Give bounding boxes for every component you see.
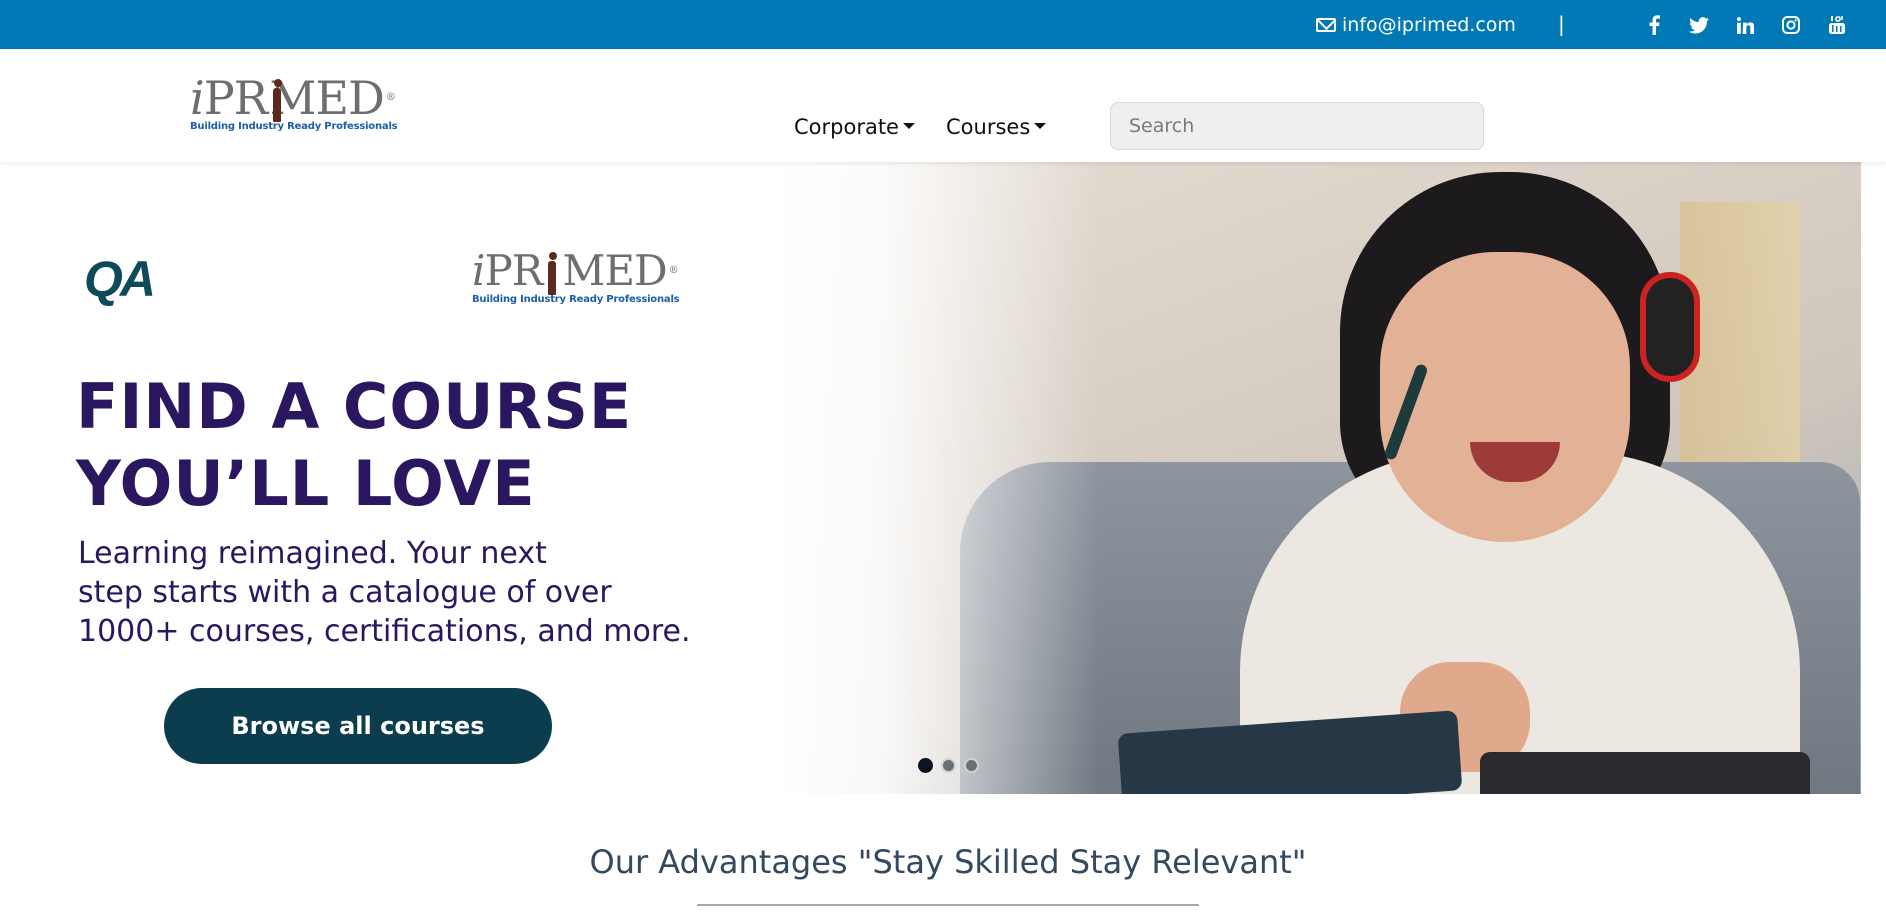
- twitter-icon[interactable]: [1688, 14, 1710, 36]
- linkedin-icon[interactable]: [1734, 14, 1756, 36]
- top-bar: info@iprimed.com |: [0, 0, 1886, 49]
- advantages-heading: Our Advantages "Stay Skilled Stay Releva…: [589, 843, 1307, 881]
- hero-subtext-line-1: Learning reimagined. Your next: [78, 536, 547, 571]
- hero-logo-wordmark: i PR MED ®: [472, 242, 702, 296]
- hero-headline-line-1: FIND A COURSE: [76, 370, 633, 443]
- email-address: info@iprimed.com: [1342, 14, 1516, 36]
- hero-headline-line-2: YOU’LL LOVE: [76, 447, 536, 520]
- youtube-icon[interactable]: [1826, 14, 1848, 36]
- search-input[interactable]: [1110, 102, 1484, 150]
- iprimed-hero-logo: i PR MED ® Building Industry Ready Profe…: [472, 242, 702, 322]
- carousel-indicators: [918, 758, 979, 773]
- nav-courses-label: Courses: [946, 115, 1031, 139]
- hero-headline: FIND A COURSE YOU’LL LOVE: [76, 368, 632, 522]
- hero-logo-tagline: Building Industry Ready Professionals: [472, 294, 680, 305]
- nav-courses-dropdown[interactable]: Courses: [946, 115, 1047, 139]
- logo-wordmark-med: MED: [269, 71, 385, 125]
- topbar-separator: |: [1558, 12, 1565, 36]
- facebook-icon[interactable]: [1643, 14, 1665, 36]
- qa-partner-logo: QA: [84, 251, 156, 307]
- hero-subtext: Learning reimagined. Your next step star…: [78, 534, 691, 651]
- advantages-divider: [697, 904, 1199, 906]
- instagram-icon[interactable]: [1780, 14, 1802, 36]
- logo-wordmark: i PR MED ®: [190, 69, 396, 125]
- hero-logo-wordmark-i: i: [472, 246, 485, 295]
- hero-logo-wordmark-pr: PR: [484, 246, 543, 295]
- browse-all-courses-button[interactable]: Browse all courses: [164, 688, 552, 764]
- hero-logo-wordmark-med: MED: [562, 246, 667, 295]
- nav-corporate-dropdown[interactable]: Corporate: [794, 115, 915, 139]
- logo-wordmark-i: i: [190, 71, 205, 125]
- hero-carousel: QA i PR MED ® Building Industry Ready Pr…: [0, 162, 1861, 794]
- caret-down-icon: [1034, 123, 1047, 129]
- hero-photo-fade: [760, 162, 1100, 794]
- site-header: i PR MED ® Building Industry Ready Profe…: [0, 49, 1886, 162]
- logo-tagline: Building Industry Ready Professionals: [190, 121, 398, 132]
- logo-wordmark-pr: PR: [203, 71, 269, 125]
- hero-subtext-line-2: step starts with a catalogue of over: [78, 575, 612, 610]
- envelope-icon: [1316, 18, 1336, 32]
- carousel-dot-3[interactable]: [964, 758, 979, 773]
- carousel-dot-1[interactable]: [918, 758, 933, 773]
- nav-corporate-label: Corporate: [794, 115, 899, 139]
- email-link[interactable]: info@iprimed.com: [1316, 13, 1516, 37]
- caret-down-icon: [902, 123, 915, 129]
- hero-subtext-line-3: 1000+ courses, certifications, and more.: [78, 614, 691, 649]
- logo-registered: ®: [385, 92, 396, 103]
- logo-figure-icon: [543, 252, 561, 296]
- carousel-dot-2[interactable]: [941, 758, 956, 773]
- iprimed-logo[interactable]: i PR MED ® Building Industry Ready Profe…: [190, 69, 398, 149]
- hero-logo-registered: ®: [668, 265, 679, 276]
